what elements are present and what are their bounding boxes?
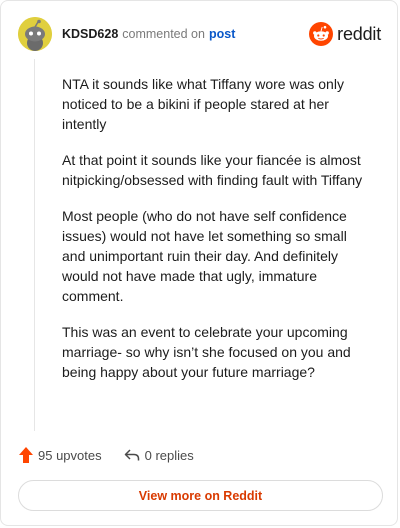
reddit-logo[interactable]: reddit [309,22,381,46]
thread-line [34,59,35,431]
reply-count: 0 replies [144,447,194,463]
replies[interactable]: 0 replies [124,448,194,463]
upvotes[interactable]: 95 upvotes [19,447,102,463]
reddit-snoo-icon [309,22,334,46]
reddit-wordmark: reddit [337,23,381,44]
embed-card: KDSD628 commented on post reddit NTA it … [0,0,398,526]
upvote-arrow-icon [19,447,33,463]
comment-paragraph: At that point it sounds like your fiancé… [62,152,363,188]
comment-paragraph: This was an event to celebrate your upco… [62,324,351,380]
comment-meta: KDSD628 commented on post [62,27,235,41]
post-link[interactable]: post [209,27,235,41]
reply-icon [124,449,139,461]
comment-footer: 95 upvotes 0 replies [19,445,194,465]
action-text: commented on [122,27,205,41]
comment-header: KDSD628 commented on post reddit [18,17,381,51]
avatar[interactable] [18,17,52,51]
snoo-avatar-icon [18,17,52,51]
author-name[interactable]: KDSD628 [62,27,118,41]
comment-paragraph: Most people (who do not have self confid… [62,208,347,304]
comment-body: NTA it sounds like what Tiffany wore was… [62,74,370,398]
comment-paragraph: NTA it sounds like what Tiffany wore was… [62,76,344,132]
view-more-button[interactable]: View more on Reddit [18,480,383,511]
upvote-count: 95 upvotes [38,447,102,463]
